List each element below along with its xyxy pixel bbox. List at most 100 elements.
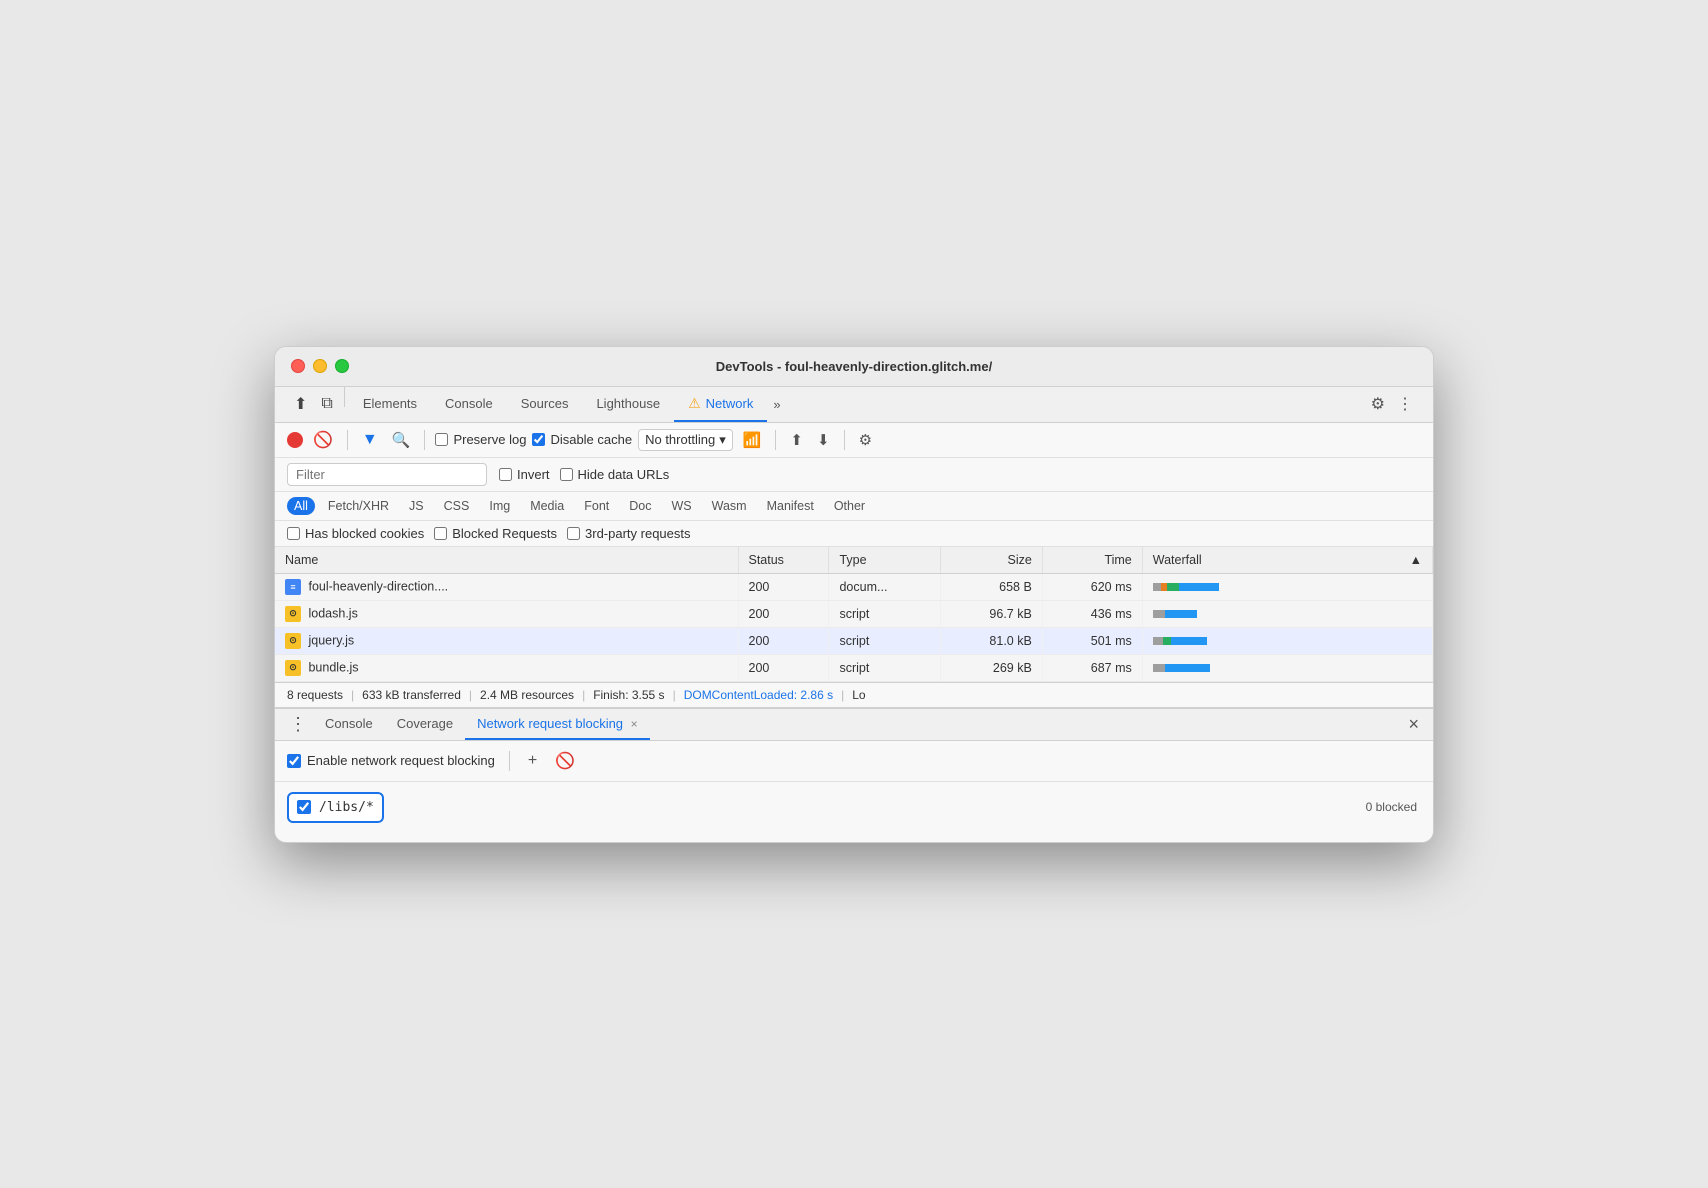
filter-bar: Invert Hide data URLs xyxy=(275,458,1433,492)
close-bottom-panel-icon[interactable]: × xyxy=(1402,712,1425,737)
tab-console[interactable]: Console xyxy=(431,387,507,422)
device-toolbar-icon[interactable]: ⧉ xyxy=(314,387,339,422)
cell-name: ⊙ lodash.js xyxy=(275,600,738,627)
network-settings-icon[interactable]: ⚙ xyxy=(855,429,876,451)
chevron-down-icon: ▾ xyxy=(719,432,726,448)
more-options-icon[interactable]: ⋮ xyxy=(1393,390,1417,418)
resource-type-font[interactable]: Font xyxy=(577,497,616,515)
preserve-log-checkbox[interactable]: Preserve log xyxy=(435,432,526,447)
cell-status: 200 xyxy=(738,654,829,681)
resource-type-css[interactable]: CSS xyxy=(437,497,477,515)
disable-cache-input[interactable] xyxy=(532,433,545,446)
invert-checkbox[interactable]: Invert xyxy=(499,467,550,482)
resource-type-fetch-xhr[interactable]: Fetch/XHR xyxy=(321,497,396,515)
tab-elements[interactable]: Elements xyxy=(349,387,431,422)
bottom-content: /libs/* 0 blocked xyxy=(275,782,1433,842)
col-status[interactable]: Status xyxy=(738,547,829,574)
record-button[interactable] xyxy=(287,432,303,448)
divider xyxy=(347,430,348,450)
status-bar: 8 requests | 633 kB transferred | 2.4 MB… xyxy=(275,682,1433,707)
throttle-select[interactable]: No throttling ▾ xyxy=(638,429,733,451)
table-row[interactable]: ≡ foul-heavenly-direction.... 200 docum.… xyxy=(275,573,1433,600)
tab-spacer xyxy=(787,387,1363,422)
tab-sources[interactable]: Sources xyxy=(507,387,583,422)
col-size[interactable]: Size xyxy=(940,547,1042,574)
resource-type-all[interactable]: All xyxy=(287,497,315,515)
invert-input[interactable] xyxy=(499,468,512,481)
resource-type-other[interactable]: Other xyxy=(827,497,872,515)
hide-data-urls-input[interactable] xyxy=(560,468,573,481)
resource-type-ws[interactable]: WS xyxy=(664,497,698,515)
tab-network[interactable]: ⚠ Network xyxy=(674,387,767,422)
cell-status: 200 xyxy=(738,627,829,654)
cursor-icon[interactable]: ⬆ xyxy=(287,387,314,422)
resource-type-js[interactable]: JS xyxy=(402,497,431,515)
bottom-more-menu-icon[interactable]: ⋮ xyxy=(283,712,313,737)
blocked-requests-checkbox[interactable]: Blocked Requests xyxy=(434,526,557,541)
filter-input[interactable] xyxy=(287,463,487,486)
settings-icon[interactable]: ⚙ xyxy=(1367,390,1389,418)
block-all-icon[interactable]: 🚫 xyxy=(551,749,579,773)
third-party-checkbox[interactable]: 3rd-party requests xyxy=(567,526,691,541)
blocked-cookies-checkbox[interactable]: Has blocked cookies xyxy=(287,526,424,541)
col-time[interactable]: Time xyxy=(1042,547,1142,574)
resource-type-doc[interactable]: Doc xyxy=(622,497,658,515)
preserve-log-input[interactable] xyxy=(435,433,448,446)
download-icon[interactable]: ⬇ xyxy=(813,429,834,451)
finish-time: Finish: 3.55 s xyxy=(593,688,664,702)
blocked-cookies-input[interactable] xyxy=(287,527,300,540)
col-type[interactable]: Type xyxy=(829,547,940,574)
network-table-container: Name Status Type Size Time Wat xyxy=(275,547,1433,682)
sort-icon: ▲ xyxy=(1410,553,1422,567)
bottom-panel: ⋮ Console Coverage Network request block… xyxy=(275,707,1433,842)
divider xyxy=(424,430,425,450)
transferred-size: 633 kB transferred xyxy=(362,688,461,702)
resource-type-wasm[interactable]: Wasm xyxy=(705,497,754,515)
rule-checkbox[interactable] xyxy=(297,800,311,814)
hide-data-urls-checkbox[interactable]: Hide data URLs xyxy=(560,467,670,482)
wifi-icon[interactable]: 📶 xyxy=(739,429,766,451)
tab-lighthouse[interactable]: Lighthouse xyxy=(582,387,674,422)
blocked-requests-input[interactable] xyxy=(434,527,447,540)
cell-status: 200 xyxy=(738,600,829,627)
col-name[interactable]: Name xyxy=(275,547,738,574)
clear-icon[interactable]: 🚫 xyxy=(309,428,337,452)
cell-status: 200 xyxy=(738,573,829,600)
resource-type-img[interactable]: Img xyxy=(482,497,517,515)
third-party-input[interactable] xyxy=(567,527,580,540)
cell-time: 687 ms xyxy=(1042,654,1142,681)
cell-name: ⊙ bundle.js xyxy=(275,654,738,681)
close-button[interactable] xyxy=(291,359,305,373)
blocked-checks: Has blocked cookies Blocked Requests 3rd… xyxy=(287,526,691,541)
cell-size: 96.7 kB xyxy=(940,600,1042,627)
window-title: DevTools - foul-heavenly-direction.glitc… xyxy=(716,359,992,374)
bottom-tab-network-blocking[interactable]: Network request blocking × xyxy=(465,709,650,740)
cell-waterfall xyxy=(1142,573,1432,600)
add-rule-icon[interactable]: + xyxy=(524,750,541,772)
more-tabs-icon[interactable]: » xyxy=(767,387,786,422)
minimize-button[interactable] xyxy=(313,359,327,373)
cell-waterfall xyxy=(1142,654,1432,681)
resource-type-media[interactable]: Media xyxy=(523,497,571,515)
disable-cache-checkbox[interactable]: Disable cache xyxy=(532,432,632,447)
main-tab-bar: ⬆ ⧉ Elements Console Sources Lighthouse … xyxy=(275,387,1433,423)
maximize-button[interactable] xyxy=(335,359,349,373)
enable-blocking-label[interactable]: Enable network request blocking xyxy=(287,753,495,768)
upload-icon[interactable]: ⬆ xyxy=(786,429,807,451)
table-row[interactable]: ⊙ bundle.js 200 script 269 kB 687 ms xyxy=(275,654,1433,681)
resource-type-manifest[interactable]: Manifest xyxy=(760,497,821,515)
js-icon: ⊙ xyxy=(285,660,301,676)
col-waterfall[interactable]: Waterfall ▲ xyxy=(1142,547,1432,574)
bottom-tab-coverage[interactable]: Coverage xyxy=(385,709,465,740)
dom-content-loaded: DOMContentLoaded: 2.86 s xyxy=(684,688,833,702)
bottom-tab-console[interactable]: Console xyxy=(313,709,385,740)
table-row[interactable]: ⊙ lodash.js 200 script 96.7 kB 436 ms xyxy=(275,600,1433,627)
filter-icon[interactable]: ▼ xyxy=(358,429,382,451)
blocking-rule-item[interactable]: /libs/* xyxy=(287,792,384,823)
enable-blocking-checkbox[interactable] xyxy=(287,754,301,768)
close-tab-icon[interactable]: × xyxy=(631,717,638,731)
divider xyxy=(509,751,510,771)
table-row[interactable]: ⊙ jquery.js 200 script 81.0 kB 501 ms xyxy=(275,627,1433,654)
search-icon[interactable]: 🔍 xyxy=(388,429,415,451)
network-table: Name Status Type Size Time Wat xyxy=(275,547,1433,682)
